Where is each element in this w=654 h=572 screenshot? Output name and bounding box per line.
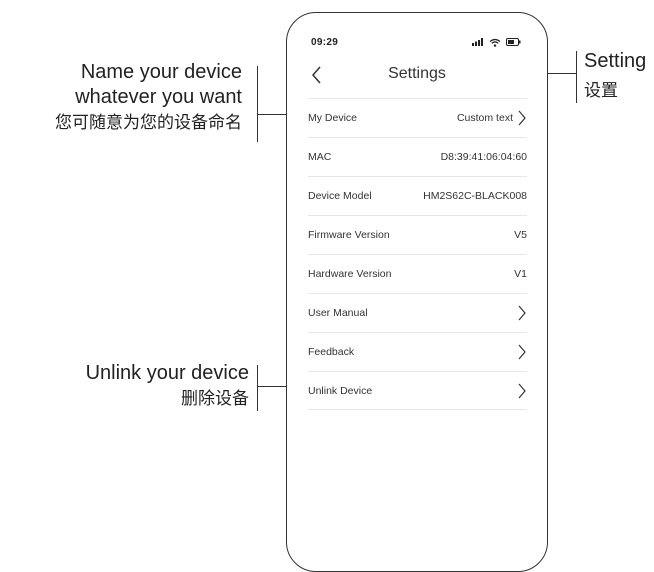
row-label: Device Model — [308, 190, 372, 202]
wifi-icon — [489, 38, 501, 47]
settings-row-feedback[interactable]: Feedback — [308, 332, 527, 371]
setting-callout-label: Setting — [584, 50, 647, 72]
settings-row-device-model: Device Model HM2S62C-BLACK008 — [308, 176, 527, 215]
settings-list: My Device Custom text MAC D8:39:41:06:04… — [308, 98, 527, 410]
settings-row-my-device[interactable]: My Device Custom text — [308, 98, 527, 137]
row-value: V5 — [514, 229, 527, 241]
settings-row-hardware-version: Hardware Version V1 — [308, 254, 527, 293]
row-value: Custom text — [456, 112, 513, 124]
signal-icon — [472, 38, 483, 46]
status-icons — [472, 37, 521, 47]
chevron-right-icon — [518, 110, 526, 126]
unlink-bracket — [257, 365, 258, 411]
unlink-callout-line2: 删除设备 — [181, 389, 249, 408]
page-title: Settings — [388, 65, 446, 82]
battery-icon — [506, 38, 521, 46]
setting-bracket — [576, 51, 577, 103]
settings-row-unlink-device[interactable]: Unlink Device — [308, 371, 527, 410]
settings-row-firmware-version: Firmware Version V5 — [308, 215, 527, 254]
row-value: D8:39:41:06:04:60 — [440, 151, 527, 163]
name-device-callout-line1: Name your device — [80, 61, 242, 83]
row-label: My Device — [308, 112, 358, 124]
chevron-right-icon — [518, 305, 526, 321]
name-device-callout: Name your device whatever you want 您可随意为… — [55, 60, 242, 136]
unlink-callout-line1: Unlink your device — [85, 362, 249, 384]
row-label: MAC — [308, 151, 332, 163]
chevron-right-icon — [518, 344, 526, 360]
row-label: Hardware Version — [308, 268, 392, 280]
settings-row-user-manual[interactable]: User Manual — [308, 293, 527, 332]
unlink-callout: Unlink your device 删除设备 — [86, 361, 249, 412]
row-value: V1 — [514, 268, 527, 280]
name-device-callout-line2: whatever you want — [75, 86, 242, 108]
phone-frame: 09:29 Settings My Device Custom text MAC… — [286, 12, 548, 572]
chevron-right-icon — [518, 383, 526, 398]
setting-callout-label-cn: 设置 — [584, 81, 618, 100]
row-label: Feedback — [308, 346, 355, 358]
name-device-callout-line3: 您可随意为您的设备命名 — [55, 113, 242, 132]
settings-row-mac: MAC D8:39:41:06:04:60 — [308, 137, 527, 176]
row-label: Firmware Version — [308, 229, 390, 241]
row-label: Unlink Device — [308, 384, 373, 397]
status-time: 09:29 — [311, 37, 339, 48]
row-value: HM2S62C-BLACK008 — [423, 190, 527, 202]
row-label: User Manual — [308, 307, 368, 319]
name-device-bracket — [257, 66, 258, 142]
